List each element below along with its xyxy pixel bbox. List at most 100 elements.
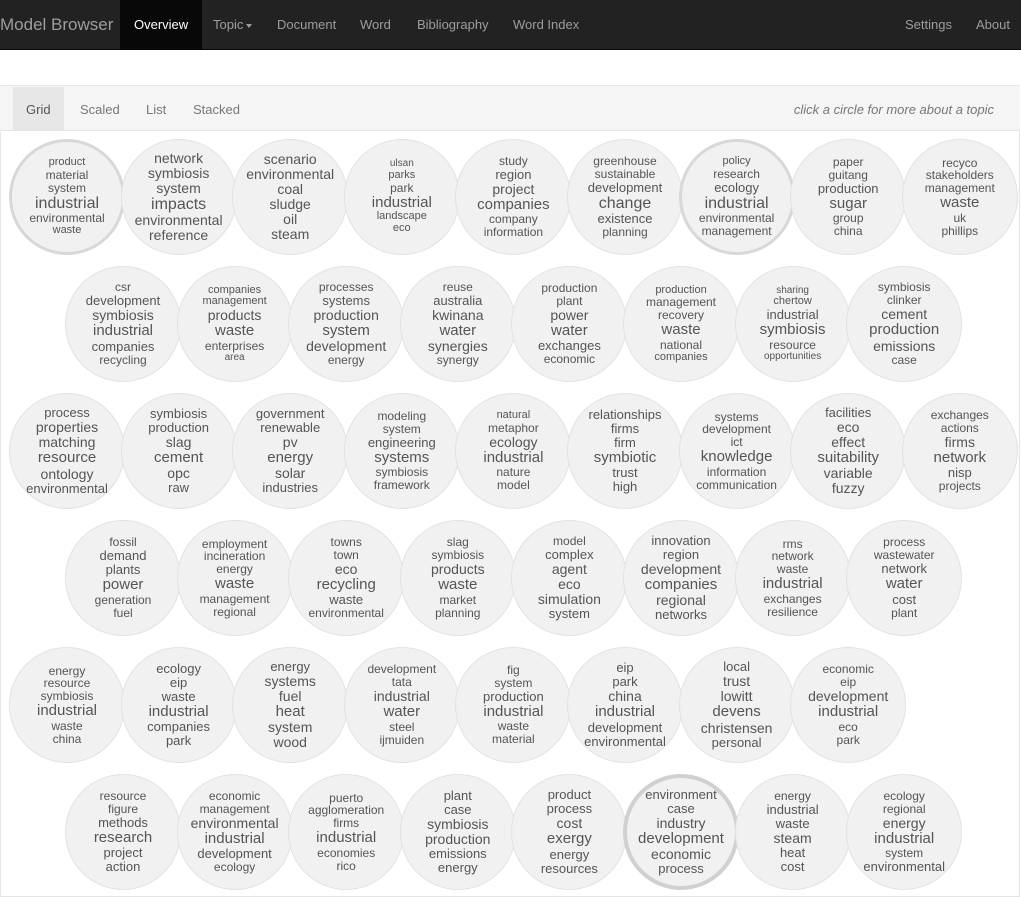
topic-circle[interactable]: energy industrial waste steam heat cost — [734, 774, 851, 890]
topic-circle[interactable]: government renewable pv energy solar industri… — [232, 393, 349, 509]
topic-circle[interactable]: employment incineration energy waste managem… — [176, 520, 293, 636]
topic-word: networks — [654, 607, 708, 623]
topic-circle[interactable]: fig system production industrial waste materi… — [455, 647, 572, 763]
topic-circle[interactable]: energy systems fuel heat system wood — [232, 647, 349, 763]
topic-word: scenario — [263, 150, 317, 167]
topic-word: industrial — [373, 688, 430, 705]
topic-circle[interactable]: energy resource symbiosis industrial waste ch… — [9, 647, 125, 763]
topic-circle[interactable]: reuse australia kwinana water synergies syner… — [399, 266, 516, 382]
topic-word: cement — [153, 448, 204, 466]
nav-settings[interactable]: Settings — [905, 0, 952, 49]
topic-word: eco — [392, 221, 411, 234]
topic-circle[interactable]: fossil demand plants power generation fuel — [65, 520, 181, 636]
topic-circle[interactable]: model complex agent eco simulation system — [511, 520, 628, 636]
topic-circle[interactable]: sharing chertow industrial symbiosis resourc… — [734, 266, 851, 382]
topic-circle[interactable]: product process cost exergy energy resources — [511, 774, 628, 890]
topic-word: model — [497, 478, 530, 493]
topic-circle[interactable]: plant case symbiosis production emissions ene… — [399, 774, 516, 890]
tab-list[interactable]: List — [146, 87, 166, 130]
topic-circle[interactable]: environment case industry development econom… — [623, 774, 739, 890]
topic-circle[interactable]: systems development ict knowledge informatio… — [678, 393, 795, 509]
topic-circle[interactable]: companies management products waste enterpri… — [176, 266, 293, 382]
topic-circle[interactable]: exchanges actions firms network nisp projects — [901, 393, 1018, 509]
topic-circle[interactable]: processes systems production system developm… — [288, 266, 405, 382]
nav-document[interactable]: Document — [277, 0, 336, 49]
topic-circle[interactable]: relationships firms firm symbiotic trust high — [567, 393, 683, 509]
topic-word: coal — [277, 180, 304, 197]
topic-word: environmental — [26, 480, 108, 496]
topic-circle[interactable]: network symbiosis system impacts environment… — [120, 139, 237, 255]
topic-circle[interactable]: policy research ecology industrial environme… — [678, 139, 795, 255]
topic-word: symbiosis — [150, 405, 208, 421]
topic-word: case — [667, 800, 695, 816]
nav-word[interactable]: Word — [360, 0, 391, 49]
nav-overview[interactable]: Overview — [120, 0, 203, 49]
topic-circle[interactable]: ecology regional energy industrial system env… — [846, 774, 963, 890]
topic-word: power — [550, 306, 589, 323]
topic-circle[interactable]: puerto agglomeration firms industrial econom… — [288, 774, 405, 890]
topic-circle[interactable]: modeling system engineering systems symbiosi… — [343, 393, 460, 509]
topic-circle[interactable]: ulsan parks park industrial landscape eco — [343, 139, 460, 255]
topic-word: park — [165, 733, 192, 749]
tab-stacked[interactable]: Stacked — [193, 87, 240, 130]
nav-bibliography[interactable]: Bibliography — [417, 0, 489, 49]
topic-circle[interactable]: production plant power water exchanges econom… — [511, 266, 628, 382]
topic-word: development — [587, 179, 663, 195]
topic-circle[interactable]: production management recovery waste nationa… — [623, 266, 739, 382]
topic-word: oil — [283, 211, 298, 228]
topic-circle[interactable]: symbiosis clinker cement production emission… — [846, 266, 963, 382]
topic-word: resource — [99, 788, 147, 803]
topic-circle[interactable]: development tata industrial water steel ijmui… — [343, 647, 460, 763]
topic-word: development — [640, 560, 722, 577]
topic-circle[interactable]: product material system industrial environme… — [9, 139, 125, 255]
topic-circle[interactable]: process properties matching resource ontolog… — [9, 393, 125, 509]
topic-circle[interactable]: process wastewater network water cost plant — [846, 520, 963, 636]
topic-circle[interactable]: facilities eco effect suitability variable fu… — [790, 393, 907, 509]
topic-circle[interactable]: economic eip development industrial eco park — [790, 647, 907, 763]
topic-word: planning — [602, 225, 648, 240]
topic-word: renewable — [260, 419, 321, 435]
brand-link[interactable]: Model Browser — [0, 0, 113, 50]
topic-circle[interactable]: natural metaphor ecology industrial nature mo… — [455, 393, 572, 509]
tab-grid[interactable]: Grid — [13, 87, 64, 130]
tab-scaled[interactable]: Scaled — [80, 87, 120, 130]
topic-word: water — [885, 575, 923, 593]
topic-word: industrial — [704, 194, 769, 212]
topic-circle[interactable]: rms network waste industrial exchanges resili… — [734, 520, 851, 636]
topic-circle[interactable]: eip park china industrial development environ… — [567, 647, 683, 763]
topic-circle[interactable]: study region project companies company inform… — [455, 139, 572, 255]
topic-word: energy — [549, 846, 590, 862]
topic-circle[interactable]: ecology eip waste industrial companies park — [120, 647, 237, 763]
topic-word: personal — [711, 734, 762, 750]
topic-word: production — [869, 321, 940, 339]
nav-about[interactable]: About — [976, 0, 1010, 49]
topic-word: system — [494, 675, 533, 690]
topic-circle[interactable]: resource figure methods research project acti… — [65, 774, 181, 890]
topic-circle[interactable]: towns town eco recycling waste environmental — [288, 520, 405, 636]
topic-word: eip — [169, 674, 188, 690]
topic-word: paper — [832, 154, 864, 169]
topic-word: process — [44, 405, 90, 421]
topic-word: process — [546, 801, 593, 817]
topic-circle[interactable]: local trust lowitt devens christensen persona… — [678, 647, 795, 763]
topic-circle[interactable]: slag symbiosis products waste market planning — [399, 520, 516, 636]
nav-topic[interactable]: Topic — [213, 0, 253, 49]
topic-circle[interactable]: csr development symbiosis industrial compani… — [65, 266, 181, 382]
topic-circle[interactable]: scenario environmental coal sludge oil steam — [232, 139, 349, 255]
topic-circle[interactable]: recyco stakeholders management waste uk phill… — [901, 139, 1018, 255]
topic-word: case — [891, 352, 917, 367]
topic-word: companies — [147, 719, 211, 735]
topic-circle[interactable]: innovation region development companies regi… — [623, 520, 739, 636]
topic-word: industries — [262, 480, 318, 496]
topic-word: industrial — [594, 703, 656, 721]
topic-circle[interactable]: economic management environmental industria… — [176, 774, 293, 890]
topic-word: symbiosis — [147, 164, 210, 181]
nav-word-index[interactable]: Word Index — [513, 0, 579, 49]
topic-word: system — [322, 321, 370, 339]
topic-word: companies — [654, 350, 708, 363]
topic-circle[interactable]: greenhouse sustainable development change ex… — [567, 139, 683, 255]
topic-circle[interactable]: paper guitang production sugar group china — [790, 139, 907, 255]
topic-word: symbiosis — [92, 307, 154, 324]
topic-word: system — [268, 719, 313, 736]
topic-circle[interactable]: symbiosis production slag cement opc raw — [120, 393, 237, 509]
